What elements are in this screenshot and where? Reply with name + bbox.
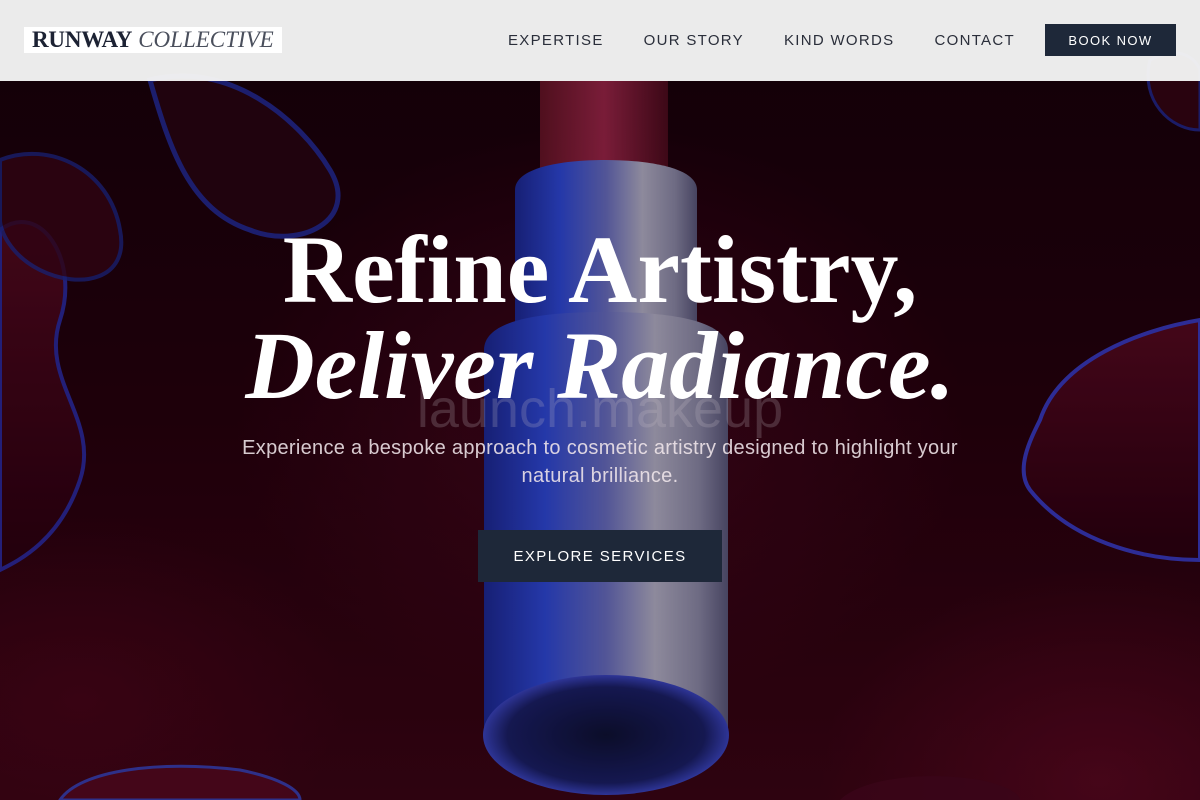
hero-headline-line-1: Refine Artistry, xyxy=(282,216,918,323)
book-now-button[interactable]: BOOK NOW xyxy=(1045,24,1176,56)
nav-item-kind-words[interactable]: KIND WORDS xyxy=(784,32,895,49)
nav-item-our-story[interactable]: OUR STORY xyxy=(644,32,744,49)
nav-links: EXPERTISE OUR STORY KIND WORDS CONTACT xyxy=(508,0,1055,81)
explore-services-button[interactable]: EXPLORE SERVICES xyxy=(478,530,722,582)
brand-name-italic: COLLECTIVE xyxy=(138,27,274,52)
hero-subtext: Experience a bespoke approach to cosmeti… xyxy=(242,437,958,487)
brand-name-bold: RUNWAY xyxy=(32,27,133,52)
top-navigation-bar: RUNWAY COLLECTIVE EXPERTISE OUR STORY KI… xyxy=(0,0,1200,81)
hero-headline-line-2: Deliver Radiance. xyxy=(245,312,955,419)
hero-section: launch.makeup Refine Artistry, Deliver R… xyxy=(0,0,1200,800)
brand-logo[interactable]: RUNWAY COLLECTIVE xyxy=(24,27,282,53)
nav-item-expertise[interactable]: EXPERTISE xyxy=(508,32,604,49)
nav-item-contact[interactable]: CONTACT xyxy=(934,32,1014,49)
